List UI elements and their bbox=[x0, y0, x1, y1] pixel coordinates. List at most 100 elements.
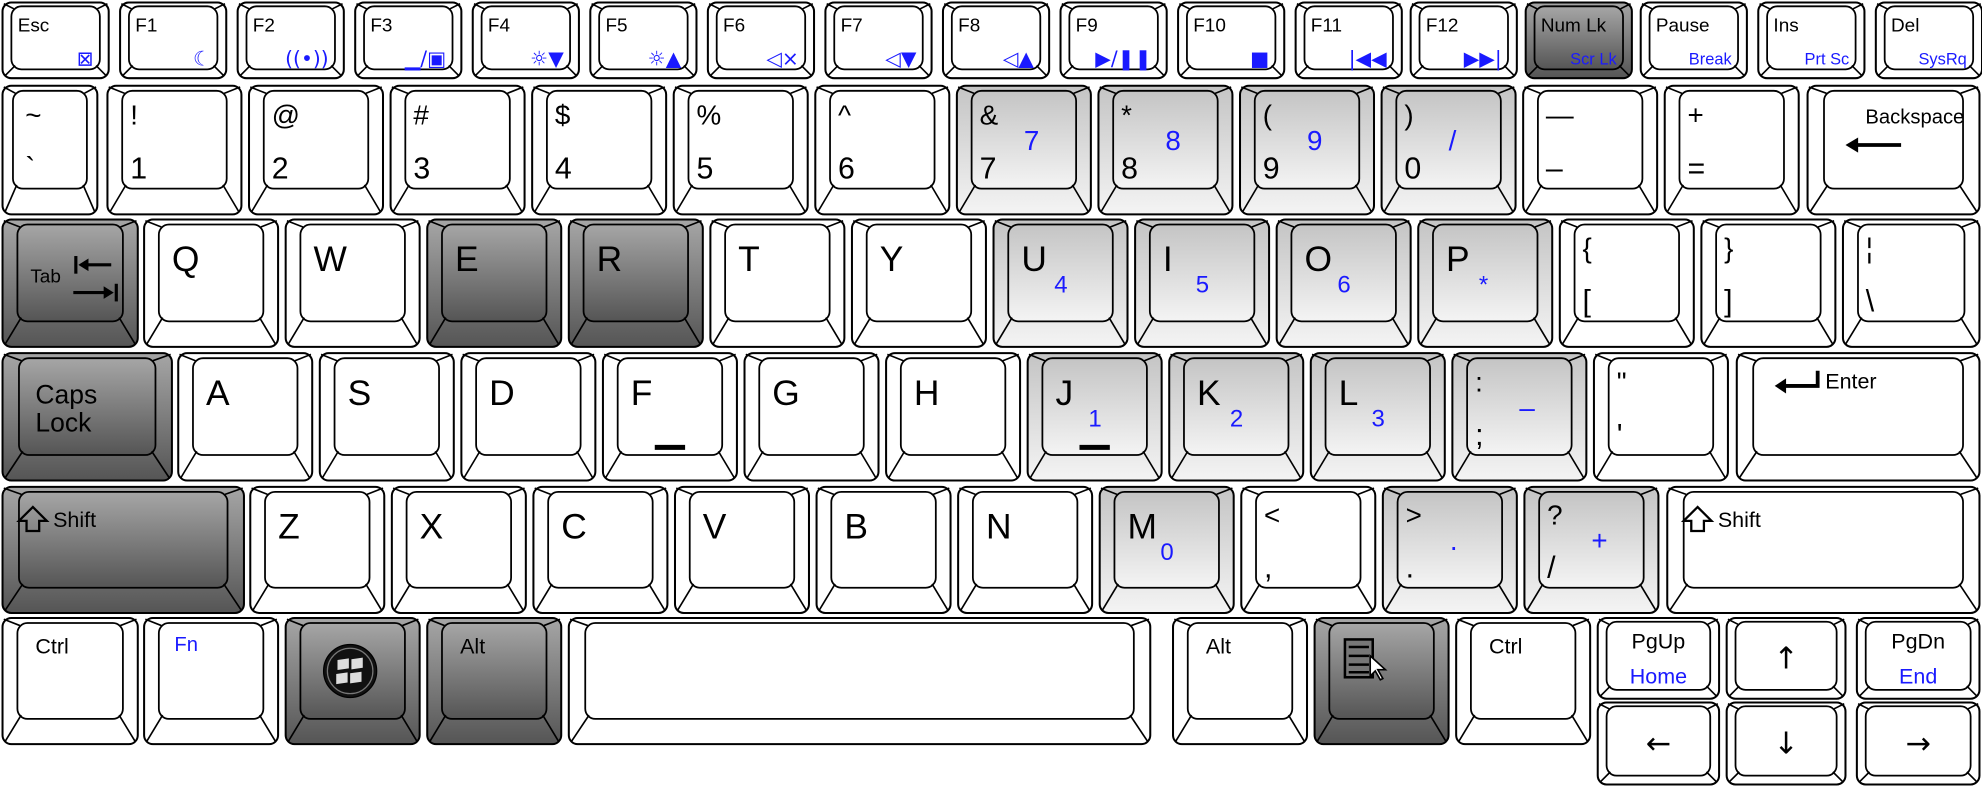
key-5[interactable]: %5 bbox=[672, 84, 809, 216]
key-ctrl[interactable]: Ctrl bbox=[1, 616, 139, 746]
key-enter[interactable]: Enter bbox=[1735, 352, 1981, 482]
key-windows-logo[interactable] bbox=[284, 616, 421, 746]
key-4[interactable]: $4 bbox=[531, 84, 668, 216]
key-d[interactable]: D bbox=[460, 352, 597, 482]
key-face bbox=[1470, 622, 1577, 720]
key-u[interactable]: U4 bbox=[992, 218, 1129, 348]
key-q[interactable]: Q bbox=[143, 218, 280, 348]
key-r4-9[interactable]: >.. bbox=[1381, 485, 1518, 614]
key-2[interactable]: @2 bbox=[248, 84, 385, 216]
key-r3-10[interactable]: :; – bbox=[1451, 352, 1588, 482]
key-f8[interactable]: F8 ◁▲ bbox=[941, 1, 1051, 80]
key-shift[interactable]: Shift bbox=[1666, 485, 1981, 614]
key-r1-0[interactable]: ~` bbox=[1, 84, 99, 216]
key-space[interactable] bbox=[567, 616, 1152, 746]
key-g[interactable]: G bbox=[743, 352, 880, 482]
key-ctrl[interactable]: Ctrl bbox=[1455, 616, 1592, 746]
key-label: 9 bbox=[1263, 152, 1280, 185]
key-v[interactable]: V bbox=[673, 485, 810, 614]
key-alt[interactable]: Alt bbox=[426, 616, 563, 746]
key-fn[interactable]: Fn bbox=[143, 616, 280, 746]
key-k[interactable]: K2 bbox=[1168, 352, 1305, 482]
key-r2-13[interactable]: ¦\ bbox=[1841, 218, 1981, 348]
key-m[interactable]: M0 bbox=[1098, 485, 1235, 614]
key-f5[interactable]: F5 ☼▲ bbox=[589, 1, 698, 80]
key-shift[interactable]: Shift bbox=[1, 485, 245, 614]
key-pause[interactable]: Pause Break bbox=[1639, 1, 1748, 80]
key-e[interactable]: E bbox=[426, 218, 563, 348]
key-i[interactable]: I5 bbox=[1134, 218, 1271, 348]
key-num-lk[interactable]: Num Lk Scr Lk bbox=[1524, 1, 1633, 80]
key-b[interactable]: B bbox=[815, 485, 952, 614]
key-label: 0 bbox=[1404, 152, 1421, 185]
key-del[interactable]: Del SysRq bbox=[1874, 1, 1982, 80]
key-f10[interactable]: F10 ■ bbox=[1177, 1, 1286, 80]
key-esc[interactable]: Esc ⊠ bbox=[1, 1, 110, 80]
key-label: PgUp bbox=[1632, 629, 1686, 653]
key-7[interactable]: &77 bbox=[955, 84, 1092, 216]
key-label: T bbox=[738, 240, 760, 279]
key-o[interactable]: O6 bbox=[1275, 218, 1412, 348]
key-c[interactable]: C bbox=[532, 485, 669, 614]
key-tab[interactable]: Tab bbox=[1, 218, 139, 348]
key-f4[interactable]: F4 ☼▼ bbox=[471, 1, 580, 80]
key-pgdn[interactable]: PgDn End bbox=[1855, 616, 1981, 700]
key-f9[interactable]: F9 ▶/❚❚ bbox=[1059, 1, 1168, 80]
key-caps-lock[interactable]: CapsLock bbox=[1, 352, 173, 482]
key-r2-12[interactable]: }] bbox=[1700, 218, 1837, 348]
key-3[interactable]: #3 bbox=[389, 84, 526, 216]
key-ins[interactable]: Ins Prt Sc bbox=[1757, 1, 1866, 80]
key-f11[interactable]: F11 |◀◀ bbox=[1294, 1, 1403, 80]
key-shift-label: " bbox=[1617, 366, 1627, 397]
key-f12[interactable]: F12▶▶| bbox=[1409, 1, 1518, 80]
key-0[interactable]: ) 0 / bbox=[1380, 84, 1517, 216]
key-f7[interactable]: F7 ◁▼ bbox=[824, 1, 933, 80]
key-z[interactable]: Z bbox=[249, 485, 386, 614]
key-pgup[interactable]: PgUp Home bbox=[1596, 616, 1721, 700]
key-backspace[interactable]: Backspace bbox=[1806, 84, 1981, 216]
key-label: N bbox=[986, 508, 1012, 547]
key-r4-10[interactable]: ? / + bbox=[1523, 485, 1660, 614]
key-s[interactable]: S bbox=[318, 352, 455, 482]
key-r2-11[interactable]: {[ bbox=[1558, 218, 1695, 348]
stop-icon: ■ bbox=[1250, 47, 1269, 71]
key-j[interactable]: J1 bbox=[1026, 352, 1163, 482]
key-label: 5 bbox=[696, 152, 713, 185]
windows-logo-icon bbox=[322, 643, 378, 699]
key-w[interactable]: W bbox=[284, 218, 421, 348]
key-f2[interactable]: F2 ((•)) bbox=[236, 1, 345, 80]
key-shift-label: ( bbox=[1263, 99, 1273, 130]
key-r4-8[interactable]: <, bbox=[1240, 485, 1377, 614]
key-n[interactable]: N bbox=[957, 485, 1094, 614]
key-l[interactable]: L3 bbox=[1309, 352, 1446, 482]
key-r[interactable]: R bbox=[567, 218, 704, 348]
key-r1-11[interactable]: —– bbox=[1522, 84, 1659, 216]
key-label: . bbox=[1406, 552, 1414, 585]
key-f6[interactable]: F6 ◁× bbox=[706, 1, 816, 80]
key-label: F10 bbox=[1193, 16, 1226, 37]
key-6[interactable]: ^6 bbox=[814, 84, 951, 216]
key-arrow-right[interactable]: → bbox=[1855, 701, 1981, 786]
key-alt[interactable]: Alt bbox=[1172, 616, 1309, 746]
key-y[interactable]: Y bbox=[850, 218, 987, 348]
key-h[interactable]: H bbox=[885, 352, 1022, 482]
key-t[interactable]: T bbox=[709, 218, 846, 348]
key-8[interactable]: * 88 bbox=[1097, 84, 1234, 216]
key-f3[interactable]: F3 ▁/▣ bbox=[354, 1, 463, 80]
key-arrow-left[interactable]: ← bbox=[1596, 701, 1721, 786]
key-x[interactable]: X bbox=[390, 485, 527, 614]
key-label: / bbox=[1547, 552, 1556, 585]
key-9[interactable]: (99 bbox=[1239, 84, 1376, 216]
key-a[interactable]: A bbox=[177, 352, 314, 482]
key-label: K bbox=[1197, 374, 1221, 413]
key-r1-12[interactable]: += bbox=[1663, 84, 1800, 216]
key-r3-11[interactable]: "' bbox=[1592, 352, 1729, 482]
key-f1[interactable]: F1 ☾ bbox=[119, 1, 228, 80]
key-arrow-up[interactable]: ↑ bbox=[1725, 616, 1847, 700]
key-arrow-down[interactable]: ↓ bbox=[1725, 701, 1847, 786]
key-p[interactable]: P* bbox=[1417, 218, 1554, 348]
key-1[interactable]: !1 bbox=[106, 84, 243, 216]
key-shift-label: > bbox=[1406, 500, 1422, 531]
key-f[interactable]: F bbox=[601, 352, 738, 482]
key-context-menu[interactable] bbox=[1313, 616, 1450, 746]
